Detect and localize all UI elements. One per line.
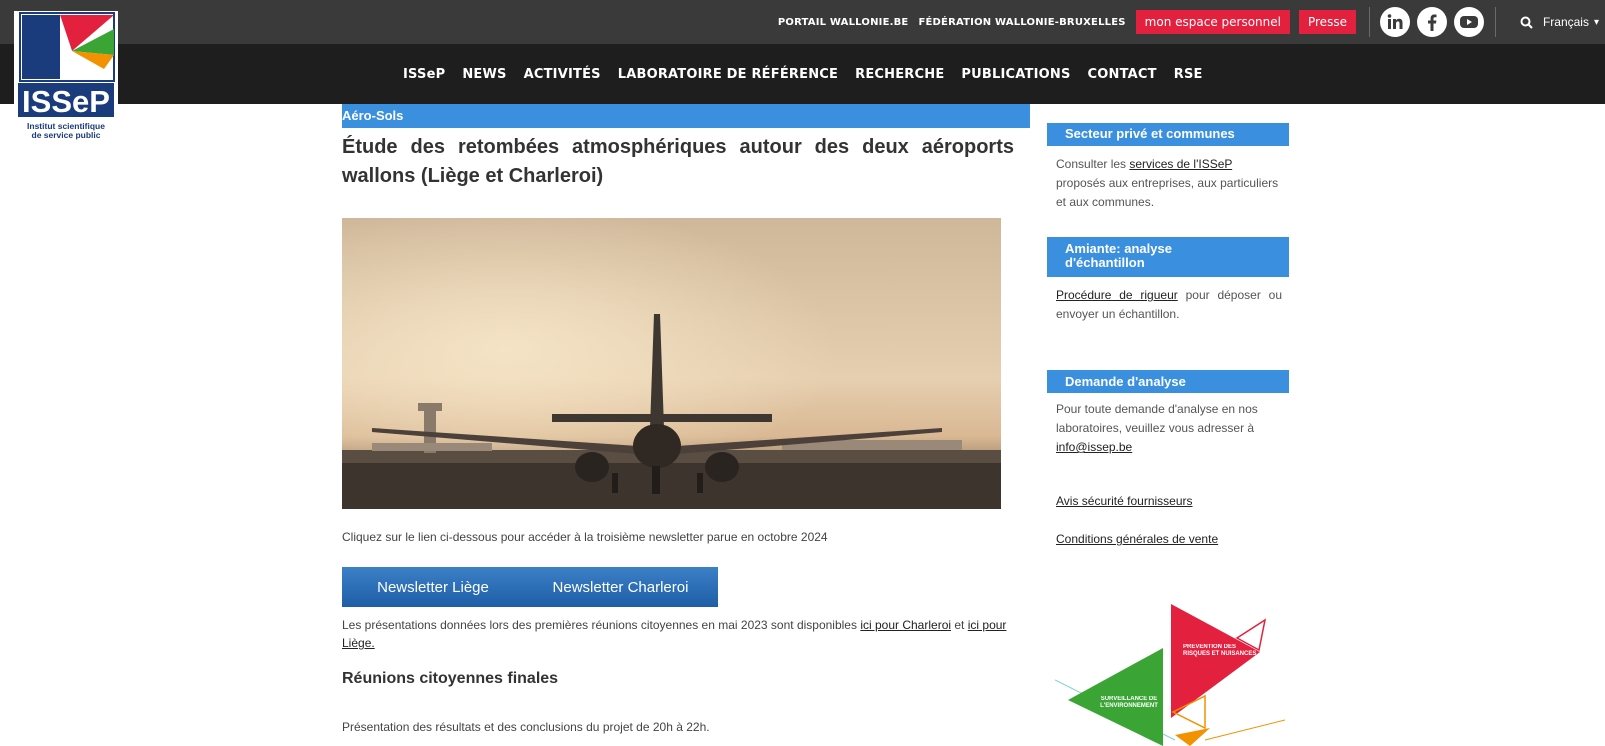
procedure-rigueur-link[interactable]: Procédure de rigueur — [1056, 288, 1178, 302]
logo-tagline: de service public — [31, 130, 101, 140]
nav-item-issep[interactable]: ISSeP — [403, 67, 445, 82]
newsletter-liege-button[interactable]: Newsletter Liège — [342, 567, 524, 607]
newsletter-intro-text: Cliquez sur le lien ci-dessous pour accé… — [342, 530, 828, 544]
charleroi-presentation-link[interactable]: ici pour Charleroi — [860, 618, 951, 632]
language-label: Français — [1542, 15, 1589, 29]
presse-button[interactable]: Presse — [1298, 10, 1356, 34]
separator — [1494, 7, 1496, 37]
presentations-text: Les présentations données lors des premi… — [342, 618, 857, 632]
nav-item-activites[interactable]: ACTIVITÉS — [524, 67, 601, 82]
conjunction-text: et — [954, 618, 965, 632]
nav-item-news[interactable]: NEWS — [462, 67, 506, 82]
nav-item-contact[interactable]: CONTACT — [1088, 67, 1157, 82]
chevron-down-icon: ▾ — [1593, 16, 1599, 28]
nav-item-publications[interactable]: PUBLICATIONS — [961, 67, 1070, 82]
top-utility-bar: PORTAIL WALLONIE.BE FÉDÉRATION WALLONIE-… — [0, 0, 1605, 44]
sidebar-heading-amiante: Amiante: analyse d'échantillon — [1047, 237, 1289, 277]
sidebar-text-amiante: Procédure de rigueur pour déposer ou env… — [1056, 286, 1282, 324]
portail-wallonie-link[interactable]: PORTAIL WALLONIE.BE — [778, 17, 909, 28]
prevention-label: PRÉVENTION DES RISQUES ET NUISANCES — [1183, 644, 1257, 657]
separator — [1368, 7, 1370, 37]
sidebar-text-demande-analyse: Pour toute demande d'analyse en nos labo… — [1056, 400, 1282, 457]
youtube-icon[interactable] — [1453, 7, 1484, 37]
issep-logo[interactable]: ISSeP Institut scientifique de service p… — [14, 11, 118, 140]
presentations-paragraph: Les présentations données lors des premi… — [342, 616, 1014, 652]
airplane-hero-image — [342, 218, 1001, 509]
conditions-vente-link[interactable]: Conditions générales de vente — [1056, 532, 1218, 546]
sidebar-text: Consulter les — [1056, 157, 1127, 171]
services-issep-link[interactable]: services de l'ISSeP — [1129, 157, 1232, 171]
presentation-schedule-text: Présentation des résultats et des conclu… — [342, 720, 710, 734]
category-label: Aéro-Sols — [342, 108, 404, 123]
page-title: Étude des retombées atmosphériques autou… — [342, 136, 1014, 187]
avis-securite-link[interactable]: Avis sécurité fournisseurs — [1056, 494, 1193, 508]
federation-link[interactable]: FÉDÉRATION WALLONIE-BRUXELLES — [918, 17, 1125, 28]
main-nav: ISSeP NEWS ACTIVITÉS LABORATOIRE DE RÉFÉ… — [403, 44, 1220, 104]
top-links: PORTAIL WALLONIE.BE FÉDÉRATION WALLONIE-… — [778, 7, 1605, 37]
nav-item-recherche[interactable]: RECHERCHE — [855, 67, 944, 82]
mission-graphic: PRÉVENTION DES RISQUES ET NUISANCES SURV… — [1054, 600, 1286, 746]
email-link[interactable]: info@issep.be — [1056, 440, 1132, 454]
nav-item-rse[interactable]: RSE — [1174, 67, 1203, 82]
newsletter-charleroi-button[interactable]: Newsletter Charleroi — [523, 567, 718, 607]
sidebar-text: Pour toute demande d'analyse en nos labo… — [1056, 402, 1258, 435]
search-icon[interactable] — [1520, 16, 1533, 29]
surveillance-label: SURVEILLANCE DE L'ENVIRONNEMENT — [1100, 696, 1158, 709]
section-heading: Réunions citoyennes finales — [342, 670, 559, 687]
facebook-icon[interactable] — [1416, 7, 1447, 37]
category-bar: Aéro-Sols — [342, 104, 1030, 128]
sidebar-text: proposés aux entreprises, aux particulie… — [1056, 176, 1279, 209]
sidebar-heading-secteur-prive: Secteur privé et communes — [1047, 123, 1289, 146]
logo-wordmark: ISSeP — [22, 84, 110, 119]
nav-item-laboratoire[interactable]: LABORATOIRE DE RÉFÉRENCE — [618, 67, 838, 82]
sidebar-text-secteur-prive: Consulter les services de l'ISSeP propos… — [1056, 155, 1282, 212]
linkedin-icon[interactable] — [1379, 7, 1410, 37]
language-selector[interactable]: Français ▾ — [1520, 15, 1599, 29]
sidebar-heading-demande-analyse: Demande d'analyse — [1047, 370, 1289, 393]
espace-personnel-button[interactable]: mon espace personnel — [1135, 10, 1290, 34]
